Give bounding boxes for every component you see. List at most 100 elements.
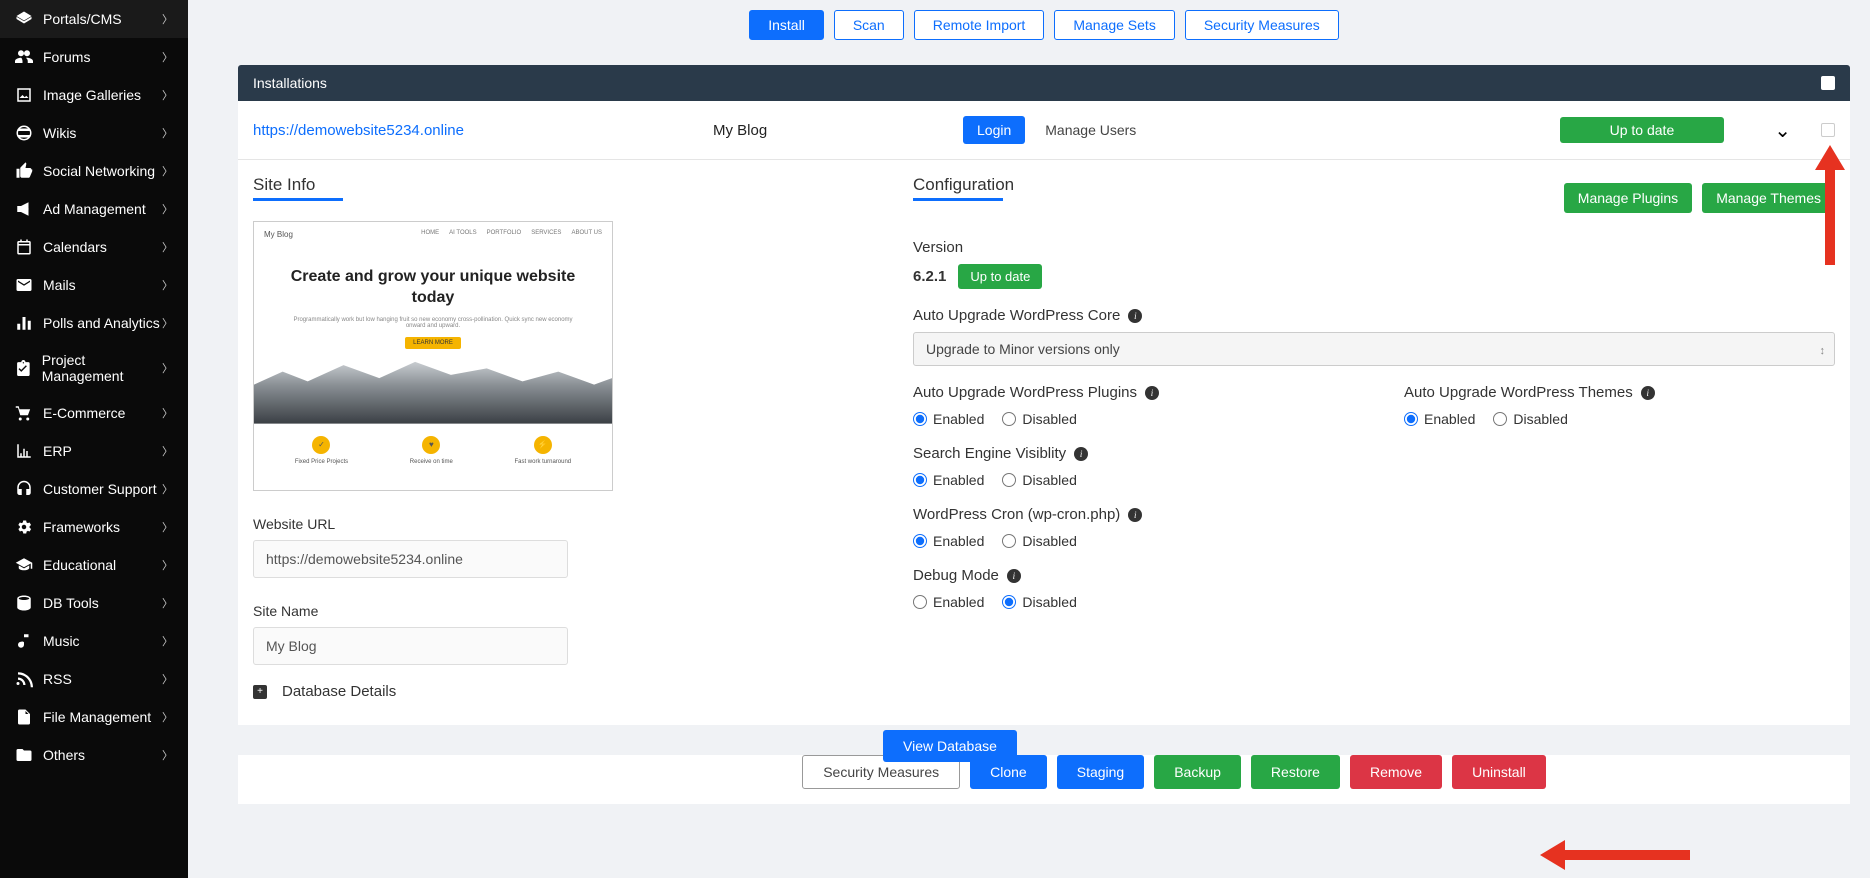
chart-icon (15, 442, 33, 460)
radio-plugins-disabled[interactable]: Disabled (1002, 411, 1076, 427)
info-icon[interactable]: i (1128, 508, 1142, 522)
bottom-actions: View Database Security Measures Clone St… (238, 755, 1850, 804)
site-name-label: Site Name (253, 603, 873, 619)
sidebar-item-label: Forums (43, 49, 90, 65)
headset-icon (15, 480, 33, 498)
sidebar-item-calendars[interactable]: Calendars〉 (0, 228, 188, 266)
radio-search-disabled[interactable]: Disabled (1002, 472, 1076, 488)
restore-button[interactable]: Restore (1251, 755, 1340, 789)
sidebar-item-mails[interactable]: Mails〉 (0, 266, 188, 304)
chevron-down-icon[interactable]: ⌄ (1774, 118, 1791, 143)
radio-themes-disabled[interactable]: Disabled (1493, 411, 1567, 427)
sidebar-item-wikis[interactable]: Wikis〉 (0, 114, 188, 152)
database-details-toggle[interactable]: + Database Details (253, 683, 873, 700)
uninstall-button[interactable]: Uninstall (1452, 755, 1546, 789)
manage-themes-button[interactable]: Manage Themes (1702, 183, 1835, 213)
cart-icon (15, 404, 33, 422)
sidebar-item-label: Image Galleries (43, 87, 141, 103)
chevron-right-icon: 〉 (162, 163, 173, 179)
sidebar-item-filemgmt[interactable]: File Management〉 (0, 698, 188, 736)
sidebar-item-educational[interactable]: Educational〉 (0, 546, 188, 584)
sidebar-item-label: Customer Support (43, 481, 157, 497)
select-checkbox[interactable] (1821, 123, 1835, 137)
sidebar-item-label: File Management (43, 709, 151, 725)
login-button[interactable]: Login (963, 116, 1025, 144)
manage-users-link[interactable]: Manage Users (1045, 122, 1136, 138)
sidebar-item-dbtools[interactable]: DB Tools〉 (0, 584, 188, 622)
radio-themes-enabled[interactable]: Enabled (1404, 411, 1475, 427)
file-icon (15, 708, 33, 726)
sidebar-item-forums[interactable]: Forums〉 (0, 38, 188, 76)
sidebar-item-label: Ad Management (43, 201, 146, 217)
sidebar-item-ecommerce[interactable]: E-Commerce〉 (0, 394, 188, 432)
sidebar-item-portals[interactable]: Portals/CMS〉 (0, 0, 188, 38)
version-label: Version (913, 239, 1835, 256)
view-database-button[interactable]: View Database (883, 730, 1017, 762)
music-icon (15, 632, 33, 650)
install-url[interactable]: https://demowebsite5234.online (253, 122, 693, 139)
backup-button[interactable]: Backup (1154, 755, 1241, 789)
chevron-right-icon: 〉 (162, 360, 173, 376)
upgrade-core-select[interactable]: Upgrade to Minor versions only (913, 332, 1835, 366)
sidebar-item-ads[interactable]: Ad Management〉 (0, 190, 188, 228)
info-icon[interactable]: i (1145, 386, 1159, 400)
globe-icon (15, 124, 33, 142)
sidebar-item-label: RSS (43, 671, 72, 687)
tab-manage-sets[interactable]: Manage Sets (1054, 10, 1175, 40)
installations-header: Installations (238, 65, 1850, 101)
remove-button[interactable]: Remove (1350, 755, 1442, 789)
sidebar-item-label: Educational (43, 557, 116, 573)
sidebar-item-rss[interactable]: RSS〉 (0, 660, 188, 698)
radio-debug-disabled[interactable]: Disabled (1002, 594, 1076, 610)
sidebar-item-label: Frameworks (43, 519, 120, 535)
sidebar-item-polls[interactable]: Polls and Analytics〉 (0, 304, 188, 342)
collapse-icon[interactable] (1821, 76, 1835, 90)
chevron-right-icon: 〉 (162, 633, 173, 649)
tab-remote-import[interactable]: Remote Import (914, 10, 1045, 40)
annotation-arrow-left (1540, 840, 1690, 870)
tab-security-measures[interactable]: Security Measures (1185, 10, 1339, 40)
rss-icon (15, 670, 33, 688)
tab-install[interactable]: Install (749, 10, 824, 40)
gear-icon (15, 518, 33, 536)
preview-blog-title: My Blog (264, 230, 293, 239)
sidebar-item-music[interactable]: Music 〉 (0, 622, 188, 660)
sidebar-item-project[interactable]: Project Management〉 (0, 342, 188, 394)
sidebar-item-label: Music (43, 633, 80, 649)
info-icon[interactable]: i (1007, 569, 1021, 583)
sidebar-item-label: DB Tools (43, 595, 99, 611)
sidebar-item-frameworks[interactable]: Frameworks 〉 (0, 508, 188, 546)
installations-title: Installations (253, 75, 327, 91)
chevron-right-icon: 〉 (162, 519, 173, 535)
sidebar-item-erp[interactable]: ERP〉 (0, 432, 188, 470)
website-url-input[interactable] (253, 540, 568, 578)
sidebar-item-label: Polls and Analytics (43, 315, 160, 331)
chevron-right-icon: 〉 (162, 405, 173, 421)
sidebar-item-support[interactable]: Customer Support〉 (0, 470, 188, 508)
radio-plugins-enabled[interactable]: Enabled (913, 411, 984, 427)
sidebar-item-label: Calendars (43, 239, 107, 255)
preview-mountain-image (254, 359, 612, 424)
thumbs-up-icon (15, 162, 33, 180)
sidebar-item-others[interactable]: Others〉 (0, 736, 188, 774)
chevron-right-icon: 〉 (162, 315, 173, 331)
site-name-input[interactable] (253, 627, 568, 665)
chevron-right-icon: 〉 (162, 87, 173, 103)
upgrade-core-label: Auto Upgrade WordPress Core (913, 307, 1120, 324)
sidebar-item-label: Wikis (43, 125, 76, 141)
sidebar-item-social[interactable]: Social Networking〉 (0, 152, 188, 190)
radio-debug-enabled[interactable]: Enabled (913, 594, 984, 610)
staging-button[interactable]: Staging (1057, 755, 1144, 789)
sidebar-item-galleries[interactable]: Image Galleries 〉 (0, 76, 188, 114)
database-icon (15, 594, 33, 612)
info-icon[interactable]: i (1641, 386, 1655, 400)
radio-cron-enabled[interactable]: Enabled (913, 533, 984, 549)
tab-scan[interactable]: Scan (834, 10, 904, 40)
info-icon[interactable]: i (1074, 447, 1088, 461)
radio-search-enabled[interactable]: Enabled (913, 472, 984, 488)
radio-cron-disabled[interactable]: Disabled (1002, 533, 1076, 549)
info-icon[interactable]: i (1128, 309, 1142, 323)
image-icon (15, 86, 33, 104)
manage-plugins-button[interactable]: Manage Plugins (1564, 183, 1692, 213)
preview-hero-title: Create and grow your unique website toda… (284, 267, 582, 309)
